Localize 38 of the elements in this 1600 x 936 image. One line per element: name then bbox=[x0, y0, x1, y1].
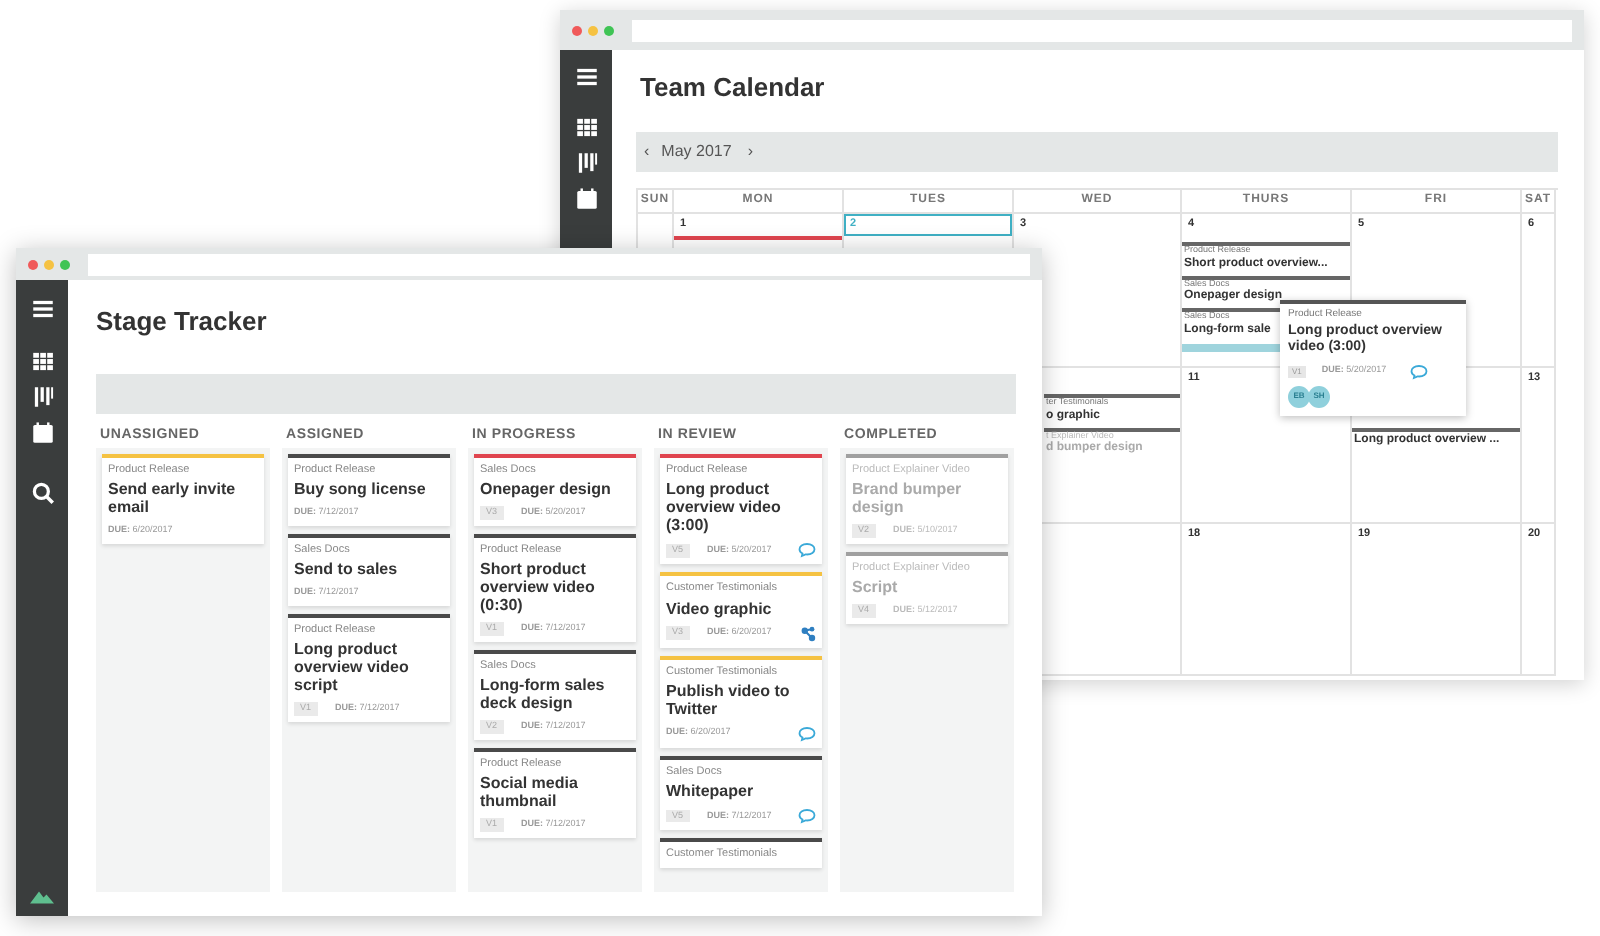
grid-icon[interactable] bbox=[573, 114, 599, 140]
card-title: Whitepaper bbox=[666, 782, 756, 800]
card-title: Short product overview video (0:30) bbox=[480, 560, 597, 615]
menu-icon[interactable] bbox=[573, 64, 599, 90]
month-label: May 2017 bbox=[661, 140, 732, 164]
previous-month-button[interactable]: ‹ bbox=[644, 140, 650, 164]
speech-bubble-icon[interactable] bbox=[1410, 363, 1429, 379]
card-title: Send early invite email bbox=[108, 480, 238, 517]
card-title: Long-form sales deck design bbox=[480, 676, 607, 713]
calendar-icon[interactable] bbox=[573, 186, 599, 212]
speech-bubble-icon[interactable] bbox=[798, 808, 816, 824]
card-title: Buy song license bbox=[294, 480, 428, 499]
close-button[interactable] bbox=[28, 259, 38, 269]
calendar-icon[interactable] bbox=[29, 420, 55, 446]
close-button[interactable] bbox=[572, 25, 582, 35]
card-title: Send to sales bbox=[294, 560, 400, 579]
speech-bubble-icon[interactable] bbox=[798, 725, 816, 742]
card-title: Social media thumbnail bbox=[480, 774, 580, 811]
card-title: Long product overview video (3:00) bbox=[666, 480, 783, 535]
card-title: Script bbox=[852, 578, 900, 597]
nodes-icon[interactable] bbox=[800, 625, 816, 641]
columns-icon[interactable] bbox=[29, 384, 55, 410]
card-title: Long product overview video script bbox=[294, 640, 411, 695]
grid-icon[interactable] bbox=[29, 348, 55, 374]
columns-icon[interactable] bbox=[573, 150, 599, 176]
menu-icon[interactable] bbox=[29, 296, 55, 322]
page-title: Stage Tracker bbox=[96, 306, 267, 338]
address-field[interactable] bbox=[632, 19, 1572, 41]
search-icon[interactable] bbox=[29, 480, 55, 506]
address-field[interactable] bbox=[88, 253, 1030, 275]
page-title: Team Calendar bbox=[640, 72, 825, 104]
card-title: Onepager design bbox=[480, 480, 613, 499]
card-title: Brand bumper design bbox=[852, 480, 964, 517]
mountain-logo-icon[interactable] bbox=[30, 888, 54, 904]
card-title: Video graphic bbox=[666, 599, 774, 617]
card-title: Publish video to Twitter bbox=[666, 681, 792, 718]
next-month-button[interactable]: › bbox=[747, 140, 753, 164]
speech-bubble-icon[interactable] bbox=[798, 542, 816, 559]
